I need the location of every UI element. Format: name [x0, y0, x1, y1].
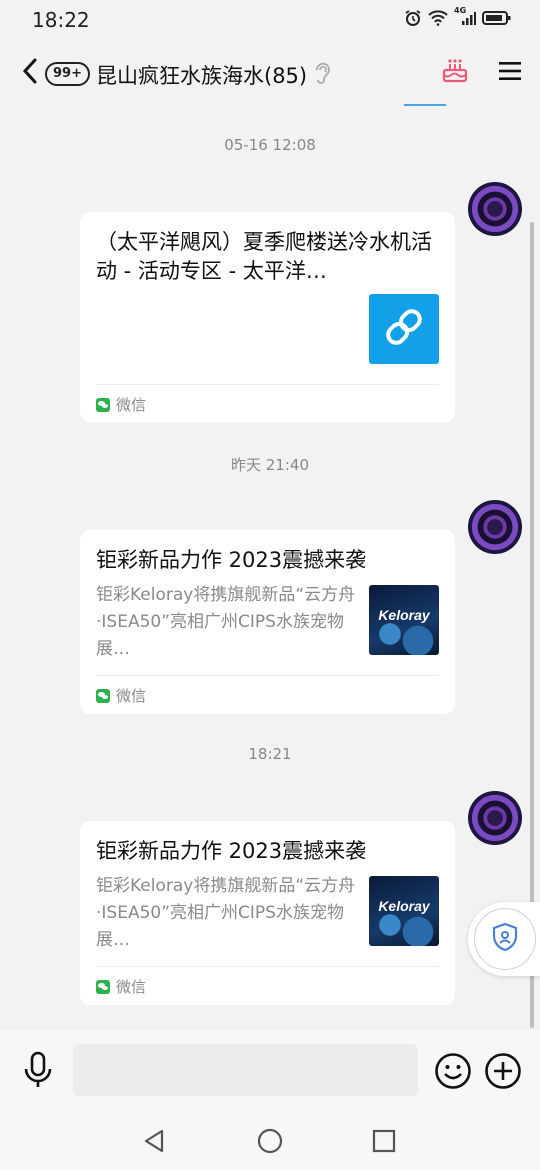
message-input[interactable] [73, 1044, 418, 1096]
link-icon [381, 304, 427, 354]
card-description: 钜彩Keloray将携旗舰新品“云方舟·ISEA50”亮相广州CIPS水族宠物展… [96, 876, 356, 950]
battery-icon [482, 10, 512, 26]
avatar[interactable] [468, 791, 522, 845]
card-thumbnail: Keloray [369, 876, 439, 946]
header-indicator [404, 104, 446, 106]
emoji-button[interactable] [434, 1052, 472, 1094]
wifi-icon [428, 10, 448, 26]
status-bar: 18:22 4G [0, 0, 540, 40]
link-card[interactable]: 钜彩新品力作 2023震撼来袭 钜彩Keloray将携旗舰新品“云方舟·ISEA… [80, 530, 455, 714]
thumbnail-logo-text: Keloray [378, 898, 430, 914]
card-thumbnail: Keloray [369, 585, 439, 655]
security-button-ring [474, 908, 536, 970]
back-button[interactable] [20, 56, 42, 86]
chat-header: 99+ 昆山疯狂水族海水(85) [0, 40, 540, 104]
card-description: 钜彩Keloray将携旗舰新品“云方舟·ISEA50”亮相广州CIPS水族宠物展… [96, 585, 356, 659]
input-bar [0, 1030, 540, 1110]
thumbnail-logo-text: Keloray [378, 607, 430, 623]
source-label: 微信 [116, 978, 147, 996]
status-icons: 4G [404, 6, 512, 27]
unread-count-badge[interactable]: 99+ [45, 62, 90, 86]
network-type: 4G [454, 6, 467, 15]
card-source: 微信 [96, 976, 146, 997]
more-options-button[interactable] [484, 1052, 522, 1094]
card-divider [96, 675, 439, 676]
card-divider [96, 384, 439, 385]
card-divider [96, 966, 439, 967]
card-title: 钜彩新品力作 2023震撼来袭 [96, 839, 367, 863]
wechat-icon [96, 397, 110, 412]
message-time: 昨天 21:40 [231, 456, 309, 474]
card-source: 微信 [96, 685, 146, 706]
nav-home-button[interactable] [257, 1128, 283, 1158]
shield-icon [491, 922, 519, 956]
group-birthday-icon[interactable] [440, 56, 470, 90]
link-thumbnail [369, 294, 439, 364]
system-navigation-bar [0, 1110, 540, 1170]
message-list[interactable]: 05-16 12:08 （太平洋飓风）夏季爬楼送冷水机活动 - 活动专区 - 太… [0, 108, 540, 1030]
avatar[interactable] [468, 500, 522, 554]
avatar[interactable] [468, 182, 522, 236]
source-label: 微信 [116, 396, 147, 414]
group-title: 昆山疯狂水族海水(85) [96, 64, 308, 88]
alarm-icon [404, 9, 422, 27]
menu-icon[interactable] [498, 60, 522, 86]
card-title: （太平洋飓风）夏季爬楼送冷水机活动 - 活动专区 - 太平洋… [96, 230, 432, 283]
nav-recents-button[interactable] [372, 1129, 396, 1157]
earpiece-mode-icon [312, 60, 332, 90]
status-time: 18:22 [32, 8, 90, 32]
wechat-icon [96, 688, 110, 703]
message-time: 18:21 [248, 745, 292, 763]
card-title: 钜彩新品力作 2023震撼来袭 [96, 548, 367, 572]
link-card[interactable]: 钜彩新品力作 2023震撼来袭 钜彩Keloray将携旗舰新品“云方舟·ISEA… [80, 821, 455, 1005]
source-label: 微信 [116, 687, 147, 705]
message-time: 05-16 12:08 [224, 136, 316, 154]
nav-back-button[interactable] [142, 1128, 166, 1158]
signal-icon: 4G [454, 6, 476, 26]
wechat-icon [96, 979, 110, 994]
voice-input-button[interactable] [22, 1050, 54, 1094]
security-button[interactable] [468, 902, 540, 976]
link-card[interactable]: （太平洋飓风）夏季爬楼送冷水机活动 - 活动专区 - 太平洋… 微信 [80, 212, 455, 422]
card-source: 微信 [96, 394, 146, 415]
